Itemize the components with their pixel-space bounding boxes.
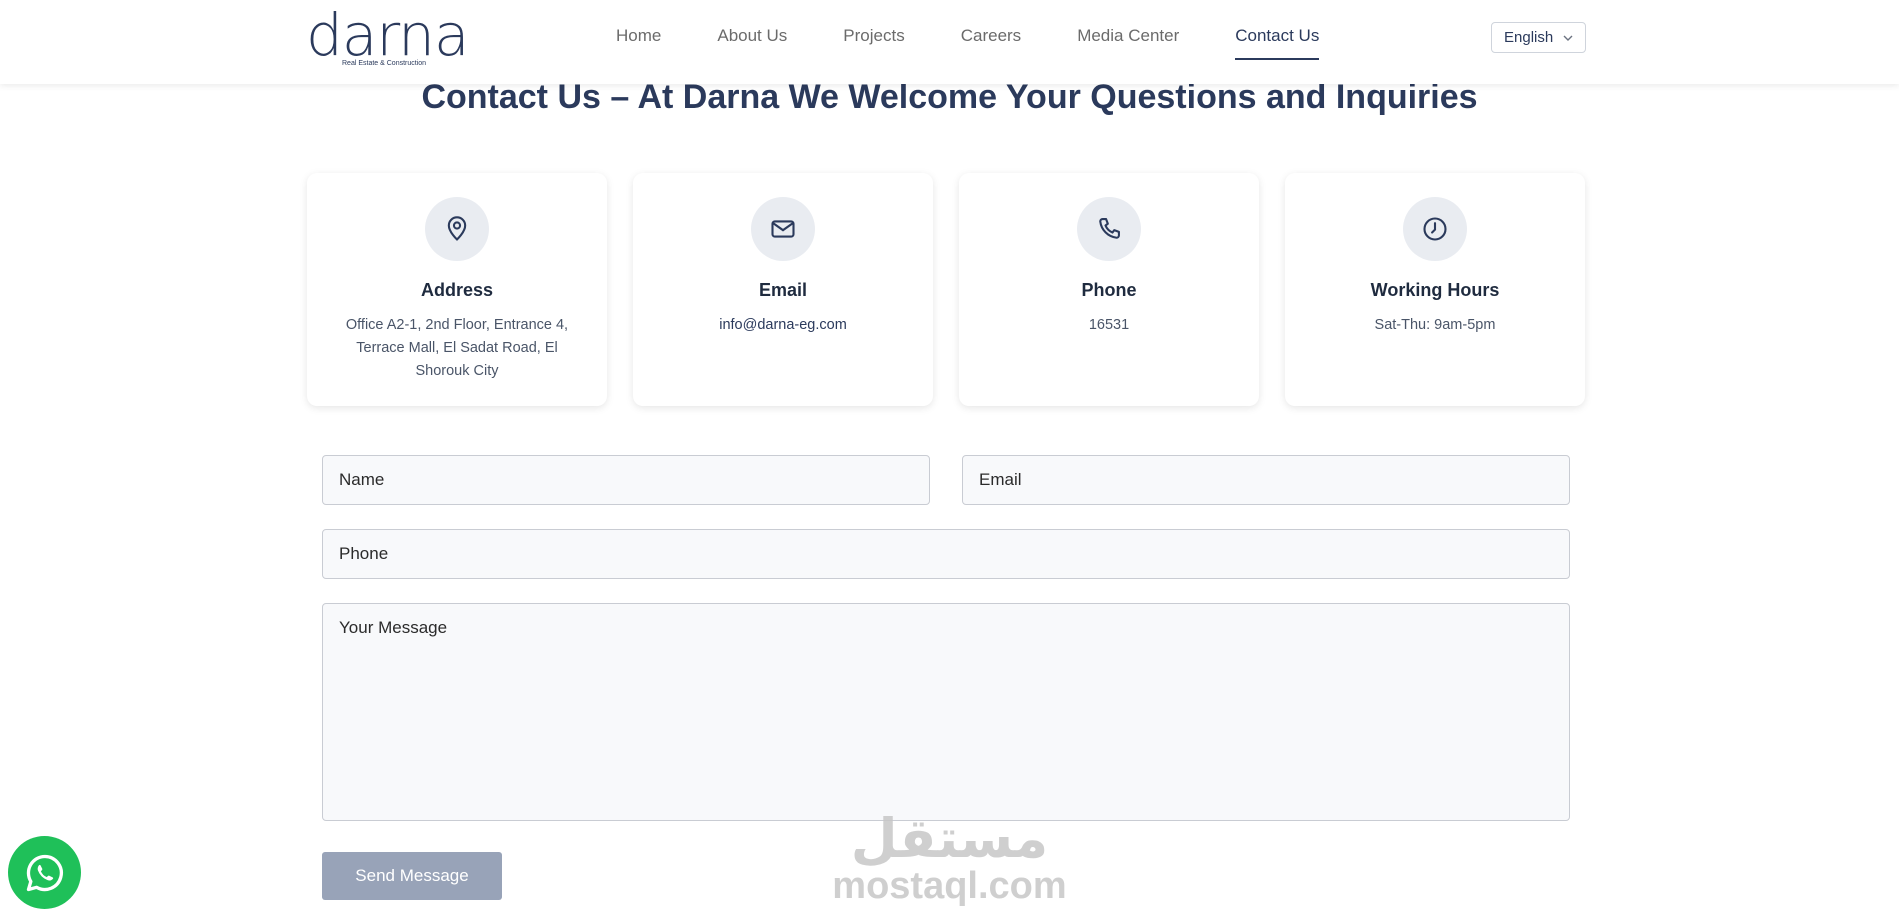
phone-link[interactable]: 16531 <box>989 314 1229 337</box>
language-select[interactable]: English <box>1491 22 1586 53</box>
name-input[interactable] <box>322 455 930 505</box>
email-input[interactable] <box>962 455 1570 505</box>
nav-media-center[interactable]: Media Center <box>1077 26 1179 60</box>
language-label: English <box>1504 29 1554 46</box>
darna-logo[interactable]: darna Real Estate & Construction <box>306 6 476 70</box>
whatsapp-button[interactable] <box>8 836 81 909</box>
message-textarea[interactable] <box>322 603 1570 821</box>
card-value: Office A2-1, 2nd Floor, Entrance 4, Terr… <box>345 317 569 379</box>
clock-icon <box>1403 197 1467 261</box>
card-value: Sat-Thu: 9am-5pm <box>1374 317 1496 333</box>
send-message-button[interactable]: Send Message <box>322 852 502 900</box>
contact-info-cards: Address Office A2-1, 2nd Floor, Entrance… <box>307 173 1585 406</box>
chevron-down-icon <box>1563 35 1573 41</box>
email-link[interactable]: info@darna-eg.com <box>663 314 903 337</box>
phone-icon <box>1077 197 1141 261</box>
nav-projects[interactable]: Projects <box>843 26 904 60</box>
logo-word: darna <box>306 1 470 69</box>
nav-about-us[interactable]: About Us <box>717 26 787 60</box>
phone-card: Phone 16531 <box>959 173 1259 406</box>
card-title: Phone <box>1081 280 1137 300</box>
envelope-icon <box>751 197 815 261</box>
address-card: Address Office A2-1, 2nd Floor, Entrance… <box>307 173 607 406</box>
whatsapp-icon <box>26 854 63 891</box>
nav-home[interactable]: Home <box>616 26 661 60</box>
logo-tagline: Real Estate & Construction <box>342 60 427 67</box>
location-pin-icon <box>425 197 489 261</box>
main-nav: Home About Us Projects Careers Media Cen… <box>616 26 1375 60</box>
card-title: Email <box>758 280 808 300</box>
site-header: darna Real Estate & Construction Home Ab… <box>0 0 1899 84</box>
mostaql-watermark: مستقل mostaql.com <box>832 812 1067 906</box>
nav-contact-us[interactable]: Contact Us <box>1235 26 1320 60</box>
working-hours-card: Working Hours Sat-Thu: 9am-5pm <box>1285 173 1585 406</box>
email-card: Email info@darna-eg.com <box>633 173 933 406</box>
card-title: Working Hours <box>1370 280 1500 300</box>
card-title: Address <box>420 280 494 300</box>
watermark-latin: mostaql.com <box>832 865 1067 907</box>
nav-careers[interactable]: Careers <box>961 26 1021 60</box>
phone-input[interactable] <box>322 529 1570 579</box>
